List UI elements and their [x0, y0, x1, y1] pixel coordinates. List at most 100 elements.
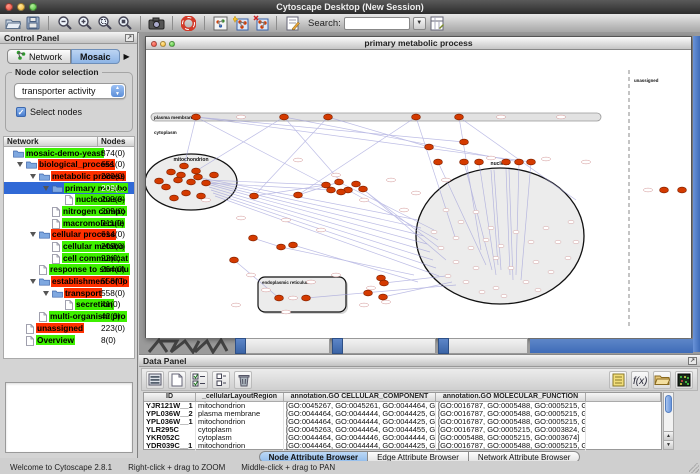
- graph-node[interactable]: [434, 159, 443, 165]
- tree-row[interactable]: cellular metabo209(0): [4, 241, 134, 253]
- formula-fx-icon[interactable]: f(x): [631, 371, 649, 389]
- graph-node[interactable]: [460, 139, 469, 145]
- graph-node-small[interactable]: [445, 274, 451, 278]
- column-header[interactable]: annotation.GO CELLULAR_COMPONENT: [284, 393, 436, 402]
- import-attributes-icon[interactable]: [653, 371, 671, 389]
- graph-node-small[interactable]: [483, 238, 489, 242]
- matrix-view-icon[interactable]: [675, 371, 693, 389]
- graph-node[interactable]: [502, 159, 511, 165]
- graph-node-small[interactable]: [468, 246, 474, 250]
- tree-row[interactable]: cell communicat22(0): [4, 252, 134, 264]
- camera-icon[interactable]: [148, 15, 165, 31]
- graph-node-small[interactable]: [565, 256, 571, 260]
- tab-overflow-arrow-icon[interactable]: ▶: [124, 52, 130, 61]
- tree-row[interactable]: metabolic process280(0): [4, 170, 134, 182]
- graph-node[interactable]: [192, 168, 201, 174]
- graph-node[interactable]: [289, 242, 298, 248]
- image-frame-icon[interactable]: [212, 15, 229, 31]
- tree-row[interactable]: transport558(0): [4, 287, 134, 299]
- graph-node[interactable]: [455, 114, 464, 120]
- background-window-fragment[interactable]: [235, 338, 330, 354]
- graph-node[interactable]: [162, 184, 171, 190]
- graph-node-small[interactable]: [463, 280, 469, 284]
- birdseye-view[interactable]: [5, 382, 133, 453]
- graph-node-small[interactable]: [443, 208, 449, 212]
- frame-minimize-icon[interactable]: [160, 41, 166, 47]
- scroll-up-icon[interactable]: ▲: [664, 431, 673, 440]
- tree-row[interactable]: primary metabo209(...: [4, 182, 134, 194]
- table-row[interactable]: YLR295Ccytoplasm[GO:0045263, GO:0044464,…: [144, 426, 661, 434]
- network-frame-titlebar[interactable]: primary metabolic process: [146, 37, 691, 50]
- save-icon[interactable]: [24, 15, 41, 31]
- graph-node[interactable]: [249, 235, 258, 241]
- graph-node[interactable]: [460, 159, 469, 165]
- tree-row[interactable]: mosaic-demo-yeast874(0): [4, 147, 134, 159]
- graph-node-small[interactable]: [543, 226, 549, 230]
- graph-node[interactable]: [182, 190, 191, 196]
- graph-node[interactable]: [379, 294, 388, 300]
- node-color-dropdown[interactable]: transporter activity ▲▼: [14, 83, 126, 99]
- graph-node[interactable]: [177, 172, 186, 178]
- new-attribute-icon[interactable]: [168, 371, 186, 389]
- tree-row[interactable]: establishment of lo558(0): [4, 276, 134, 288]
- close-icon[interactable]: [5, 3, 13, 11]
- graph-node[interactable]: [277, 244, 286, 250]
- graph-node[interactable]: [180, 163, 189, 169]
- tab-network[interactable]: Network: [7, 49, 71, 64]
- resize-grip[interactable]: [689, 463, 699, 473]
- graph-node[interactable]: [202, 180, 211, 186]
- graph-node[interactable]: [194, 174, 203, 180]
- graph-node-small[interactable]: [513, 230, 519, 234]
- expander-icon[interactable]: [30, 174, 36, 179]
- select-all-attributes-icon[interactable]: [190, 371, 208, 389]
- graph-node[interactable]: [170, 195, 179, 201]
- graph-node[interactable]: [515, 159, 524, 165]
- graph-node-small[interactable]: [453, 236, 459, 240]
- network-canvas[interactable]: plasma membranecytoplasmmitochondrionnuc…: [146, 50, 691, 338]
- select-attributes-icon[interactable]: [146, 371, 164, 389]
- graph-node-small[interactable]: [508, 266, 514, 270]
- frame-zoom-icon[interactable]: [169, 41, 175, 47]
- tree-row[interactable]: multi-organism pro42(0): [4, 311, 134, 323]
- tree-row[interactable]: Overview8(0): [4, 334, 134, 346]
- tree-row[interactable]: biological_process651(0): [4, 159, 134, 171]
- graph-node[interactable]: [167, 169, 176, 175]
- graph-node[interactable]: [364, 290, 373, 296]
- graph-node[interactable]: [197, 193, 206, 199]
- expander-icon[interactable]: [30, 279, 36, 284]
- graph-node-small[interactable]: [488, 226, 494, 230]
- graph-node-small[interactable]: [533, 260, 539, 264]
- window-titlebar[interactable]: Cytoscape Desktop (New Session): [0, 0, 700, 14]
- graph-node[interactable]: [302, 295, 311, 301]
- open-icon[interactable]: [4, 15, 21, 31]
- graph-node[interactable]: [660, 187, 669, 193]
- scroll-down-icon[interactable]: ▼: [664, 440, 673, 449]
- float-panel-icon[interactable]: ↗: [688, 357, 697, 365]
- graph-node-small[interactable]: [453, 260, 459, 264]
- help-ring-icon[interactable]: [180, 15, 197, 31]
- table-row[interactable]: YPL036W__2plasma membrane[GO:0044464, GO…: [144, 410, 661, 418]
- graph-node[interactable]: [294, 192, 303, 198]
- graph-node[interactable]: [250, 193, 259, 199]
- graph-node[interactable]: [324, 114, 333, 120]
- expander-icon[interactable]: [30, 232, 36, 237]
- zoom-selected-icon[interactable]: [96, 15, 113, 31]
- annotation-icon[interactable]: [284, 15, 301, 31]
- graph-node-small[interactable]: [573, 240, 579, 244]
- graph-node[interactable]: [210, 172, 219, 178]
- tree-row[interactable]: nitrogen compo209(0): [4, 205, 134, 217]
- graph-node[interactable]: [527, 159, 536, 165]
- graph-node[interactable]: [475, 159, 484, 165]
- expander-icon[interactable]: [17, 162, 23, 167]
- tree-col-network[interactable]: Network: [3, 136, 98, 147]
- graph-node-small[interactable]: [535, 288, 541, 292]
- tree-row[interactable]: macromolecule311(0): [4, 217, 134, 229]
- graph-node[interactable]: [425, 144, 434, 150]
- frame-close-icon[interactable]: [151, 41, 157, 47]
- table-row[interactable]: YKR052Ccytoplasm[GO:0044464, GO:0044446,…: [144, 434, 661, 442]
- graph-node[interactable]: [192, 114, 201, 120]
- tree-row[interactable]: secretion41(0): [4, 299, 134, 311]
- graph-node[interactable]: [380, 280, 389, 286]
- expander-icon[interactable]: [43, 291, 49, 296]
- expander-icon[interactable]: [43, 186, 49, 191]
